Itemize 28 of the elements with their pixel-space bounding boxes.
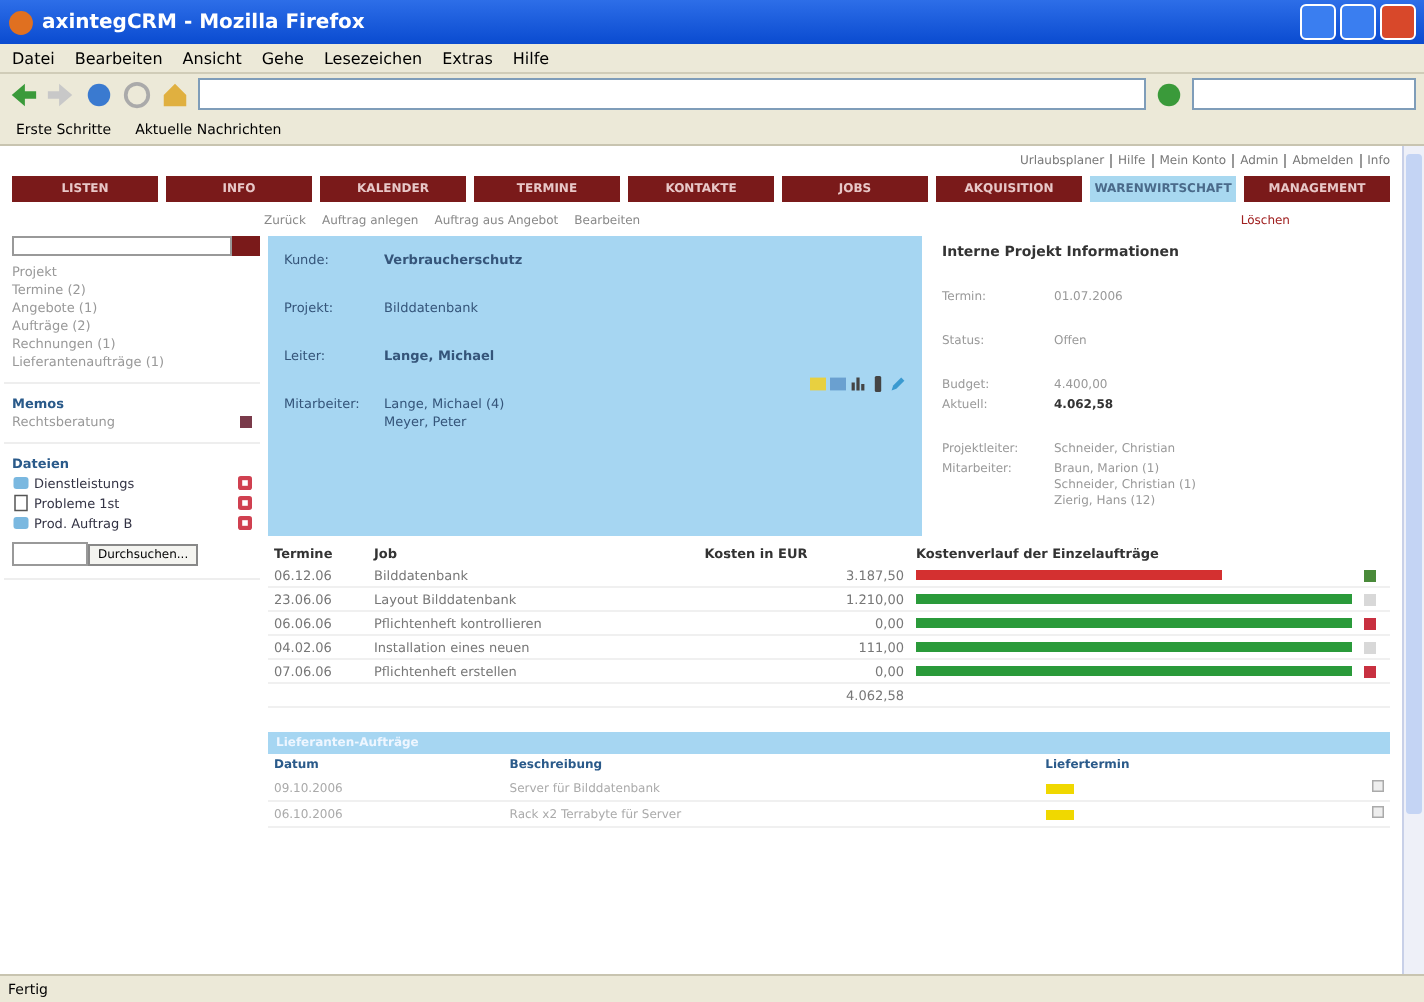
menu-item[interactable]: Hilfe [512,49,550,67]
back-arrow-icon[interactable] [8,79,38,109]
chart-icon[interactable] [850,376,866,392]
window-title: axintegCRM - Mozilla Firefox [42,11,367,33]
close-button[interactable] [1380,4,1416,40]
maximize-button[interactable] [1340,4,1376,40]
minimize-button[interactable] [1300,4,1336,40]
menu-item[interactable]: Gehe [261,49,304,67]
menu-item[interactable]: Extras [442,49,493,67]
text-file-icon [12,494,30,512]
search-field[interactable] [1192,78,1416,110]
phone-icon[interactable] [870,376,886,392]
home-icon[interactable] [160,79,190,109]
delivery-marker [1045,783,1074,793]
file-field[interactable] [12,542,88,566]
search-field[interactable] [12,236,232,256]
scrollbar[interactable] [1402,146,1424,974]
menu-item[interactable]: Lesezeichen [323,49,423,67]
edit-icon[interactable] [1372,780,1384,792]
document-icon [12,474,30,492]
menu-item[interactable]: Datei [12,49,55,67]
edit-icon[interactable] [1372,806,1384,818]
delivery-marker [1045,809,1074,819]
address-field[interactable] [198,78,1146,110]
menu-item[interactable]: Ansicht [182,49,242,67]
memo-icon [240,416,252,428]
menu-item[interactable]: Bearbeiten [74,49,163,67]
document-icon [12,514,30,532]
